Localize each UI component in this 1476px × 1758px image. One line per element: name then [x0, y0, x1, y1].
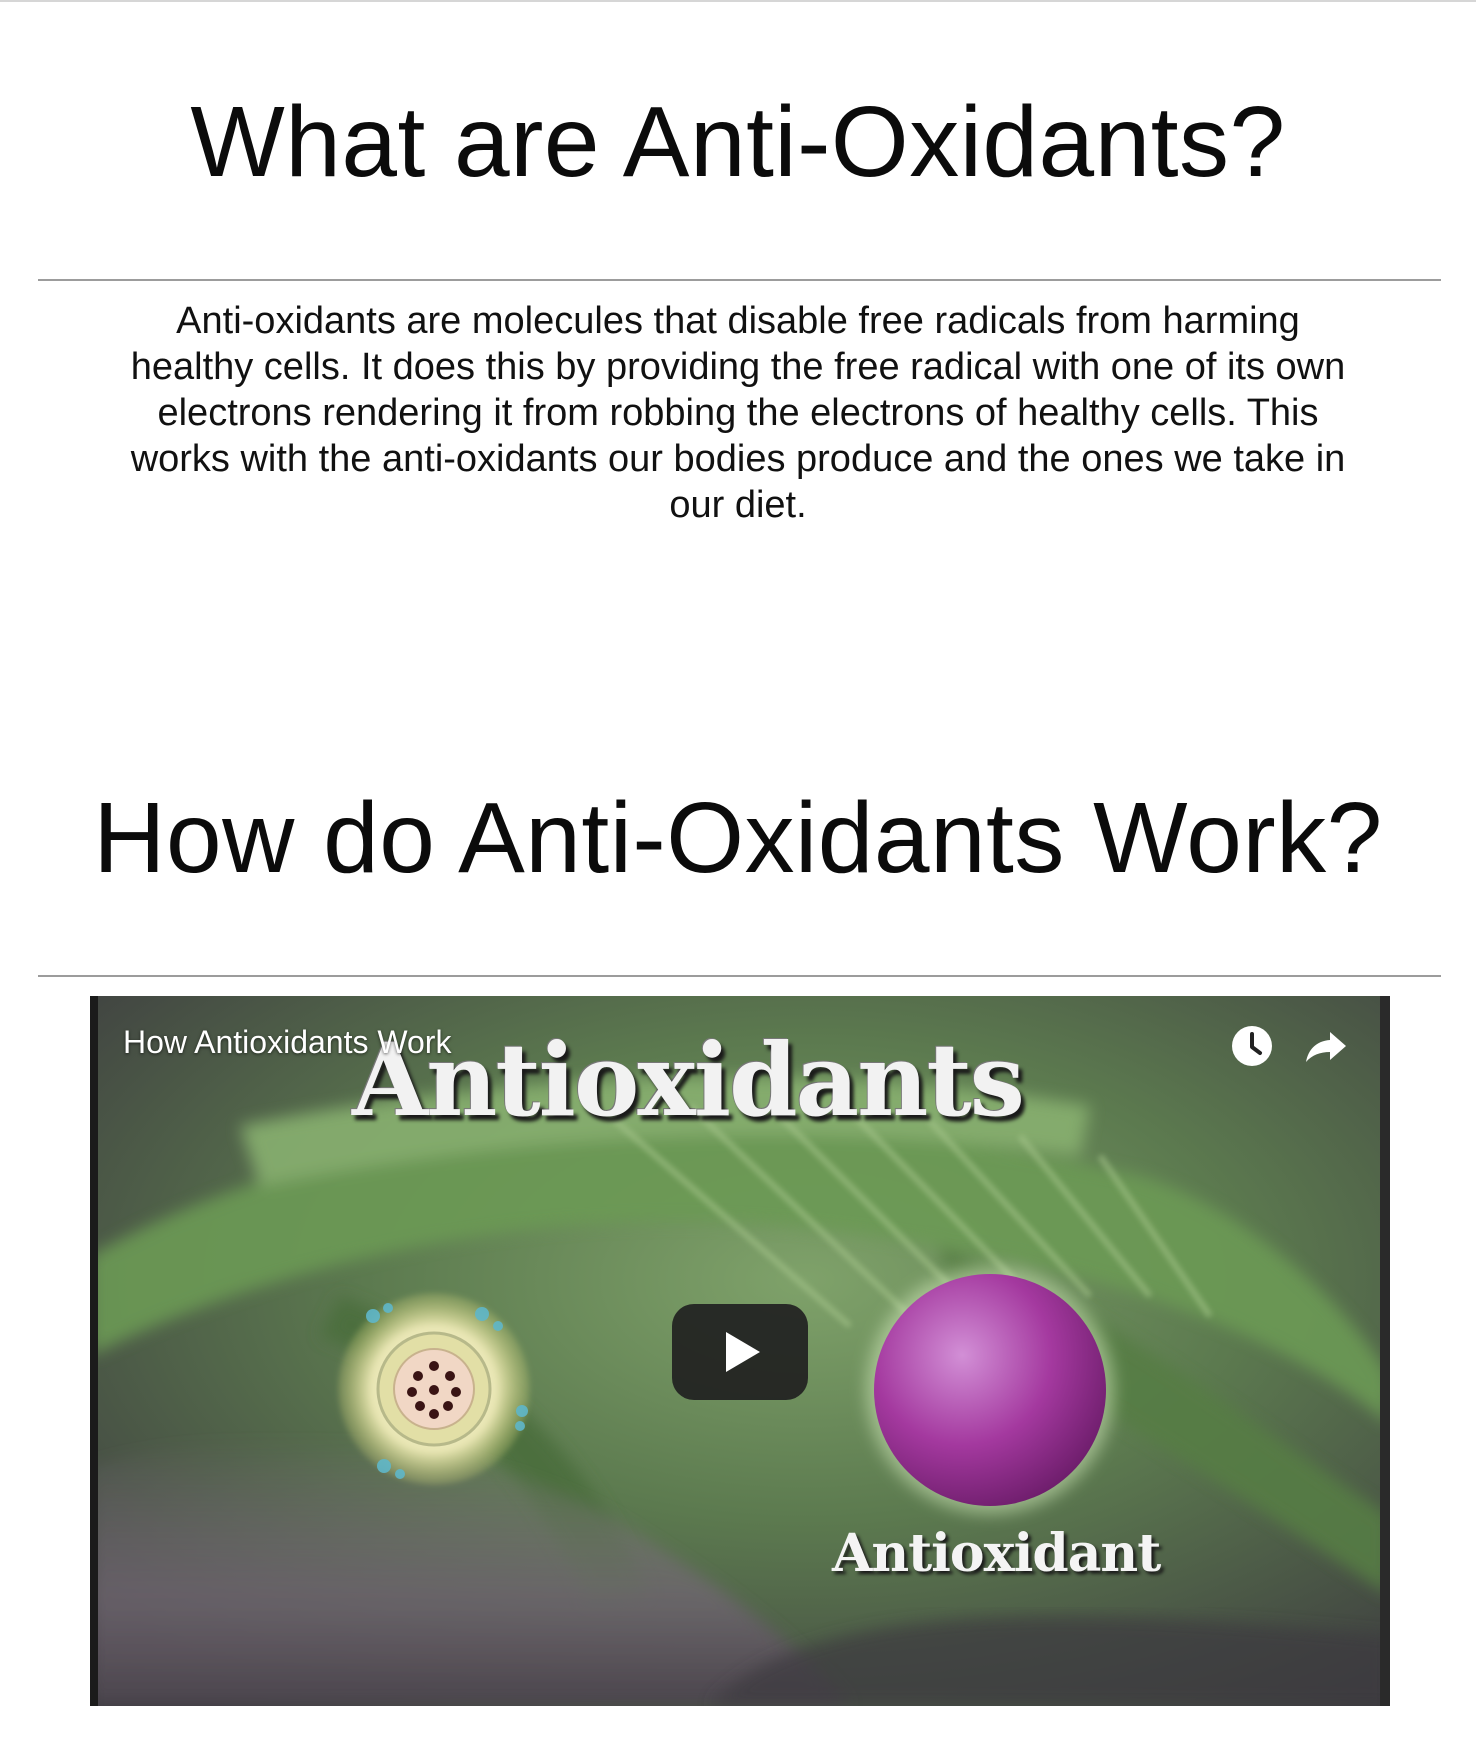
share-arrow-icon	[1306, 1032, 1346, 1062]
video-title[interactable]: How Antioxidants Work	[123, 1024, 451, 1061]
play-button[interactable]	[672, 1304, 808, 1400]
section-divider	[38, 975, 1441, 977]
play-icon	[672, 1304, 808, 1400]
watch-later-button[interactable]	[1228, 1022, 1276, 1070]
section-heading-what-are: What are Anti-Oxidants?	[190, 86, 1286, 198]
section-body-text: Anti-oxidants are molecules that disable…	[130, 300, 1346, 526]
section-divider	[38, 279, 1441, 281]
top-border	[0, 0, 1476, 2]
thumbnail-heading-text: Antioxidants	[352, 1021, 1025, 1139]
section-heading-how-do: How do Anti-Oxidants Work?	[93, 782, 1383, 894]
video-embed[interactable]: How Antioxidants Work Antioxidants Antio…	[90, 996, 1390, 1706]
share-button[interactable]	[1302, 1022, 1350, 1070]
thumbnail-label-text: Antioxidant	[832, 1523, 1161, 1584]
clock-icon	[1232, 1026, 1272, 1066]
